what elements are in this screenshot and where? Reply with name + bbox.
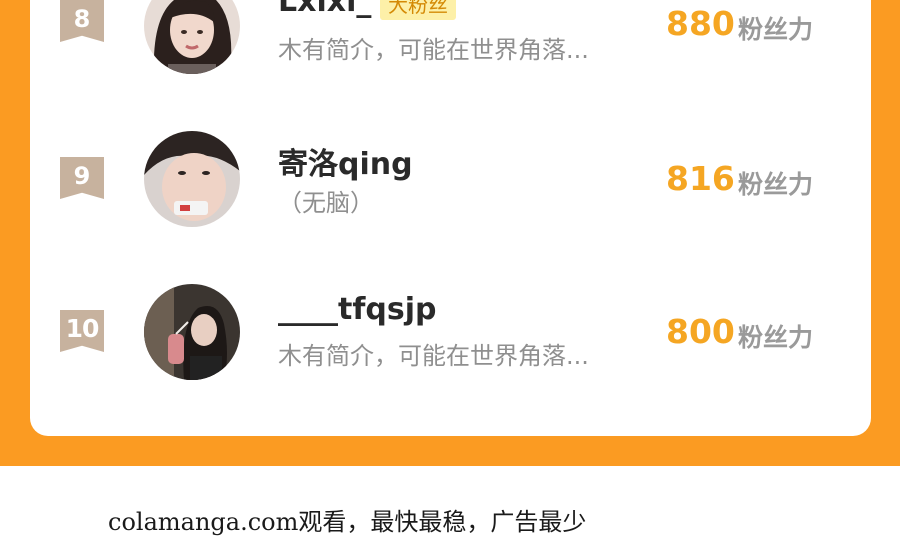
- fan-power-unit: 粉丝力: [738, 15, 814, 44]
- username[interactable]: Lxlxl_: [278, 0, 371, 19]
- fan-power-unit: 粉丝力: [738, 170, 814, 199]
- rank-badge: 8: [60, 0, 104, 42]
- avatar[interactable]: [144, 284, 240, 380]
- leaderboard-row[interactable]: 9 寄洛qing （无脑） 816 粉丝力: [30, 125, 871, 235]
- avatar[interactable]: [144, 0, 240, 74]
- fan-power-value: 880: [666, 4, 735, 43]
- avatar-image: [144, 131, 240, 227]
- user-intro: （无脑）: [278, 189, 374, 217]
- fan-power-value: 800: [666, 312, 735, 351]
- fan-leaderboard-card: 8 Lxlxl_ 大粉丝 木有简介，可能在世界角落... 880 粉丝力 9 寄…: [30, 0, 871, 436]
- fan-power-unit: 粉丝力: [738, 323, 814, 352]
- rank-badge: 10: [60, 310, 104, 352]
- avatar[interactable]: [144, 131, 240, 227]
- avatar-image: [144, 284, 240, 380]
- rank-badge: 9: [60, 157, 104, 199]
- big-fan-tag: 大粉丝: [380, 0, 456, 20]
- avatar-image: [144, 0, 240, 74]
- user-intro: 木有简介，可能在世界角落...: [278, 342, 589, 370]
- leaderboard-row[interactable]: 8 Lxlxl_ 大粉丝 木有简介，可能在世界角落... 880 粉丝力: [30, 0, 871, 80]
- user-intro: 木有简介，可能在世界角落...: [278, 36, 589, 64]
- fan-power-value: 816: [666, 159, 735, 198]
- username[interactable]: 寄洛qing: [278, 139, 413, 183]
- leaderboard-row[interactable]: 10 ____tfqsjp 木有简介，可能在世界角落... 800 粉丝力: [30, 278, 871, 388]
- site-watermark-text: colamanga.com观看，最快最稳，广告最少: [108, 508, 587, 536]
- username[interactable]: ____tfqsjp: [278, 292, 436, 327]
